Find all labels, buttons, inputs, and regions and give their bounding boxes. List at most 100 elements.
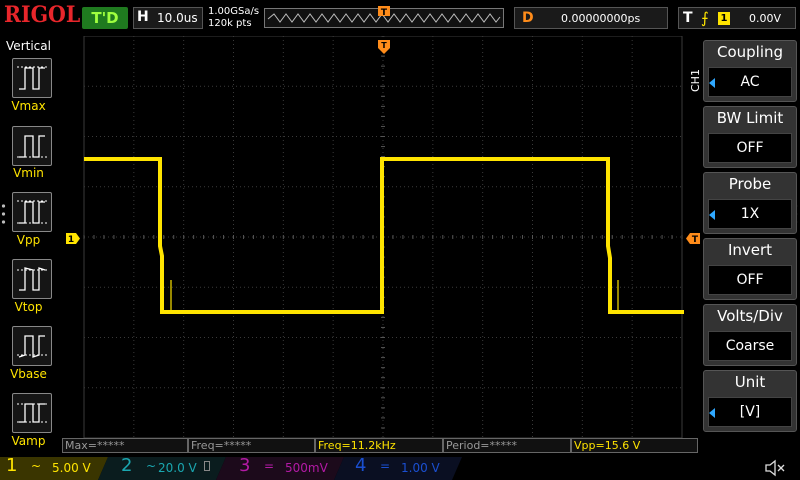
acquisition-info: 1.00GSa/s 120k pts [208,6,259,30]
menu-volts-div-value: Coarse [708,331,792,361]
measure-vamp-button[interactable] [12,393,52,433]
menu-invert-value: OFF [708,265,792,295]
menu-bw-limit[interactable]: BW Limit OFF [703,106,797,168]
graticule-tick [153,235,155,239]
graticule-tick [402,235,404,239]
measurement-period[interactable]: Period=***** [443,438,571,453]
measure-vtop-button[interactable] [12,259,52,299]
knob-select-arrow-icon [709,210,715,220]
menu-probe[interactable]: Probe 1X [703,172,797,234]
channel-4-scale[interactable]: 1.00 V [401,461,440,475]
menu-bw-limit-title: BW Limit [716,109,784,127]
graticule-tick [381,326,385,328]
measurement-freq[interactable]: Freq=11.2kHz [315,438,443,453]
channel-1-number[interactable]: 1 [6,455,17,476]
graticule-tick [83,235,85,239]
graticule-tick [332,235,334,239]
measure-vmax-button[interactable] [12,58,52,98]
graticule-tick [621,235,623,239]
menu-unit[interactable]: Unit [V] [703,370,797,432]
graticule-tick [302,235,304,239]
knob-select-arrow-icon [709,78,715,88]
horizontal-delay[interactable]: D 0.00000000ps [514,7,668,29]
channel-4-coupling: = [380,459,391,473]
ch1-ground-marker-icon[interactable]: 1 [66,233,80,244]
rigol-logo: RIGOL [4,2,81,28]
graticule-tick [381,95,385,97]
graticule-tick [233,235,234,239]
graticule-tick [372,235,374,239]
timebase-value: 10.0us [157,11,198,25]
graticule-tick [381,105,385,107]
trigger-source-badge: 1 [718,12,730,25]
graticule-tick [381,347,385,349]
graticule-tick [381,397,385,399]
waveform-display[interactable] [62,36,684,438]
measurement-vpp[interactable]: Vpp=15.6 V [571,438,698,453]
measurement-freq-empty[interactable]: Freq=***** [188,438,315,453]
measure-vmax-label: Vmax [11,99,46,113]
menu-invert[interactable]: Invert OFF [703,238,797,300]
graticule-tick [442,235,444,239]
graticule-tick [381,125,385,127]
graticule-tick [381,85,385,87]
graticule-tick [262,235,264,239]
channel-2-scale[interactable]: 20.0 V [158,461,197,475]
graticule-tick [381,387,385,389]
channel-2-number[interactable]: 2 [121,455,132,476]
measurement-max[interactable]: Max=***** [62,438,188,453]
trigger-position-marker-icon[interactable]: T [378,40,390,54]
sample-rate: 1.00GSa/s [208,6,260,17]
graticule-tick [601,235,603,239]
rising-edge-icon: ⨍ [701,9,709,27]
graticule-tick [93,235,95,239]
graticule-tick [551,235,553,239]
channel-2-coupling: ~ [146,459,157,473]
graticule-tick [381,65,385,67]
svg-text:T: T [381,8,388,18]
vamp-icon [17,403,47,423]
graticule-tick [482,235,484,239]
trigger-status-badge[interactable]: T'D [82,7,128,29]
graticule-tick [381,55,385,57]
graticule-tick [312,235,314,239]
graticule-tick [492,235,494,239]
graticule-tick [591,235,593,239]
horizontal-timebase[interactable]: H 10.0us [133,7,203,29]
measure-vamp-label: Vamp [11,434,46,448]
trigger-position-marker-icon[interactable]: T [378,6,390,18]
measure-vpp-label: Vpp [16,233,41,247]
menu-probe-value: 1X [708,199,792,229]
vertical-measure-title: Vertical [6,39,51,53]
graticule-tick [452,235,454,239]
menu-volts-div[interactable]: Volts/Div Coarse [703,304,797,366]
trigger-level-marker-icon[interactable]: T [686,233,700,244]
channel-status-bar: 1 ~ 5.00 V 2 ~ 20.0 V 3 = 500mV 4 = 1.00… [0,455,800,480]
graticule-tick [193,235,195,239]
graticule-tick [381,36,385,37]
menu-probe-title: Probe [728,175,772,193]
channel-1-scale[interactable]: 5.00 V [52,461,91,475]
measure-vbase-label: Vbase [10,367,47,381]
graticule-tick [462,235,464,239]
graticule-tick [381,146,385,148]
measure-vbase-button[interactable] [12,326,52,366]
speaker-muted-icon[interactable] [764,459,786,477]
channel-3-scale[interactable]: 500mV [285,461,328,475]
measure-vpp-button[interactable] [12,192,52,232]
channel-4-number[interactable]: 4 [355,455,366,476]
top-status-bar: RIGOL T'D H 10.0us 1.00GSa/s 120k pts T … [0,0,800,36]
graticule-tick [532,235,533,239]
trigger-settings[interactable]: T ⨍ 1 0.00V [678,7,796,29]
horizontal-label: H [137,9,149,25]
menu-coupling-value: AC [708,67,792,97]
channel-3-number[interactable]: 3 [239,455,250,476]
graticule-tick [392,235,394,239]
graticule-tick [381,337,385,338]
menu-coupling[interactable]: Coupling AC [703,40,797,102]
memory-depth: 120k pts [208,18,252,29]
trigger-label: T [683,10,693,26]
graticule-tick [671,235,673,239]
vmin-icon [17,135,47,158]
measure-vmin-button[interactable] [12,126,52,166]
